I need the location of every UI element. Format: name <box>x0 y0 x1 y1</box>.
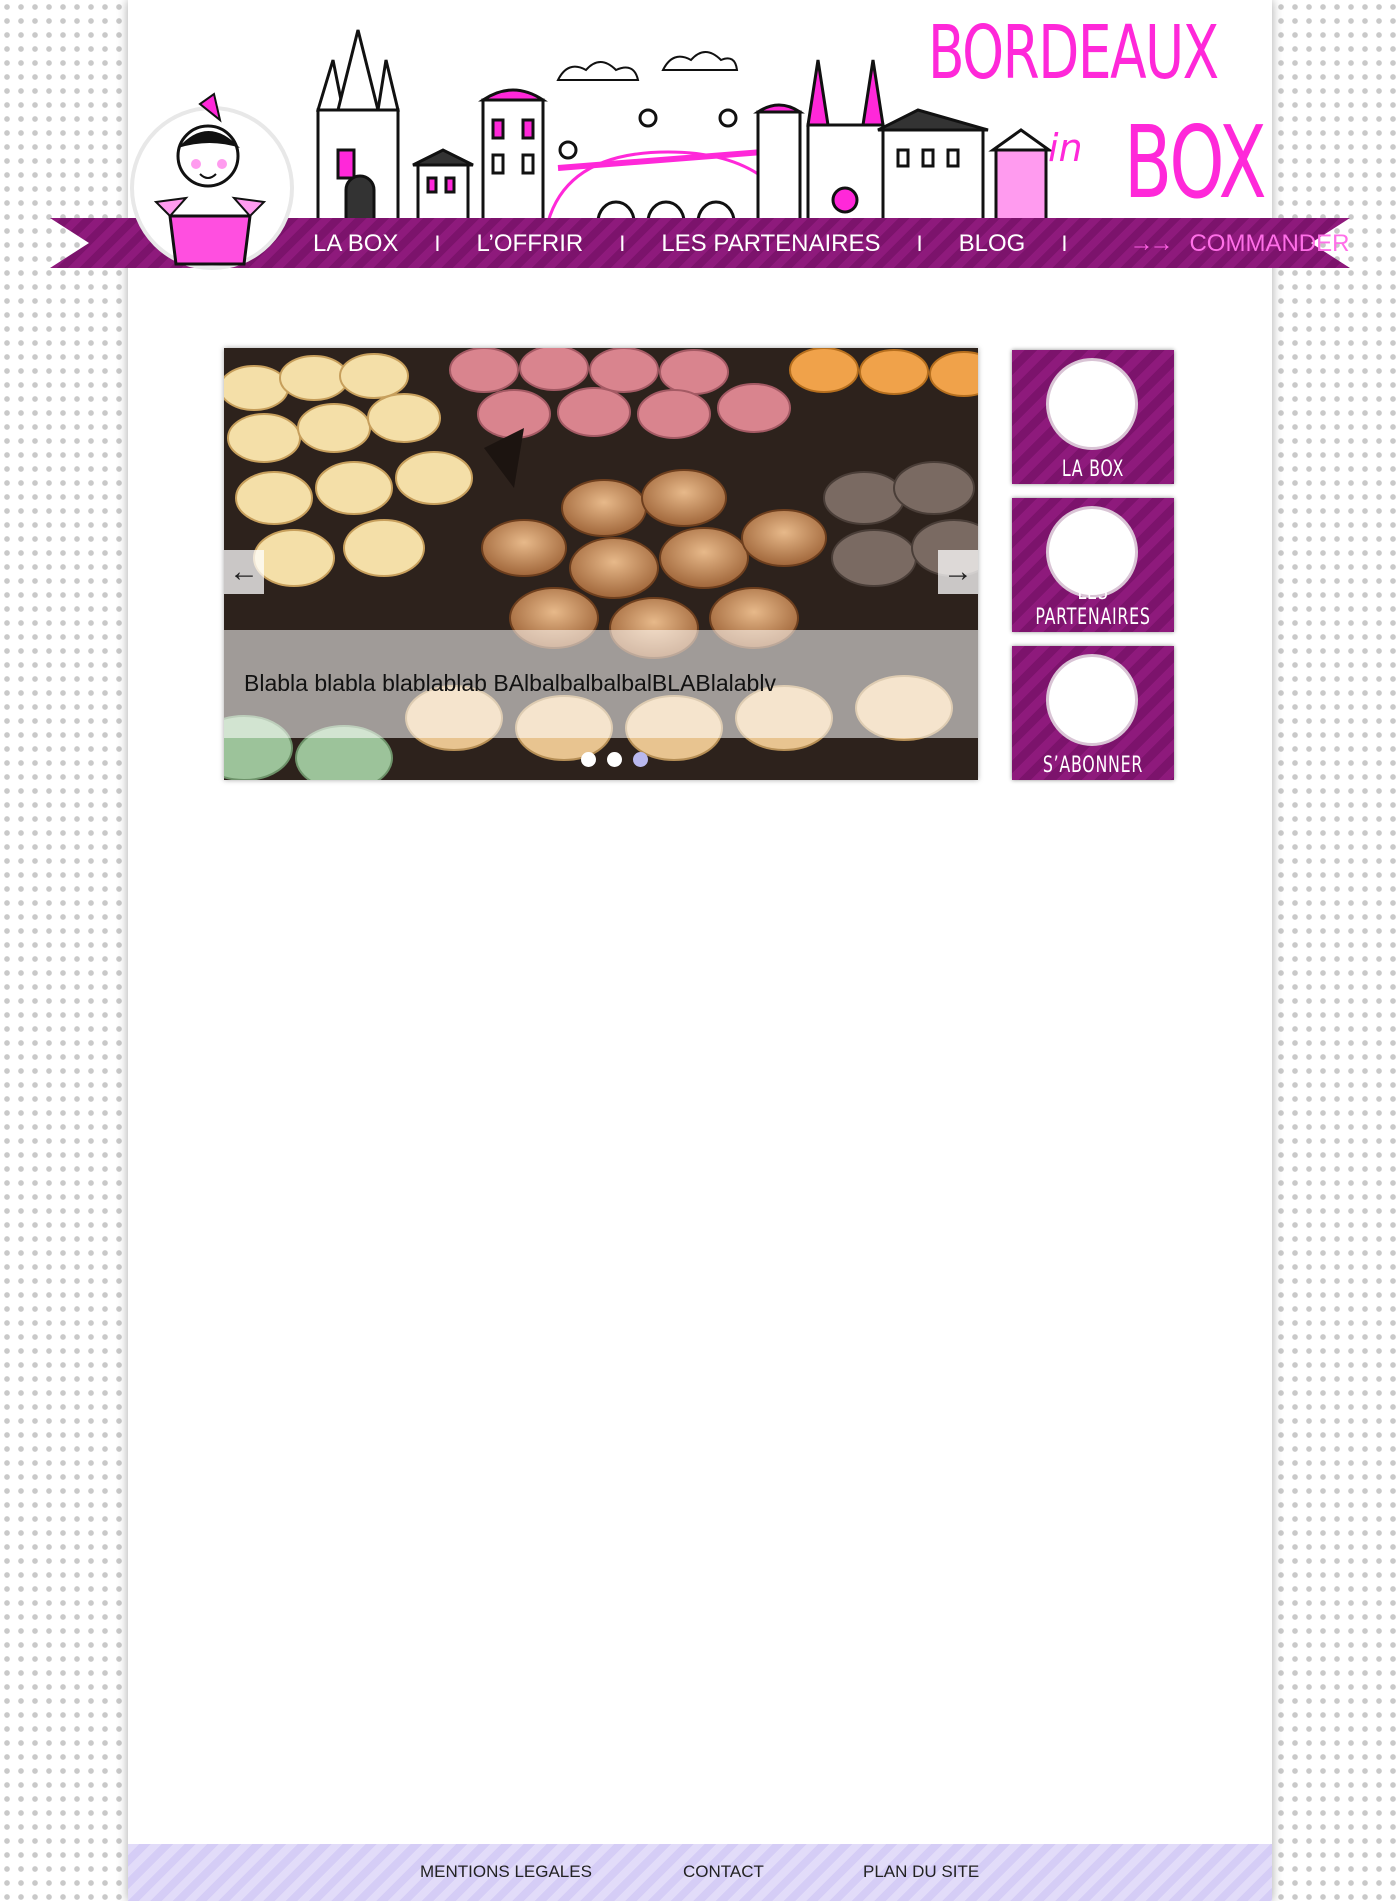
subscribe-icon <box>1046 654 1138 746</box>
slider-dot-3[interactable] <box>633 752 648 767</box>
image-slider[interactable]: Blabla blabla blablablab BAlbalbalbalbal… <box>224 348 978 780</box>
page-container: BORDEAUX in BOX LA BOX I L’OFFRIR I LES … <box>50 0 1350 1901</box>
nav-offrir[interactable]: L’OFFRIR <box>477 230 584 258</box>
nav-la-box[interactable]: LA BOX <box>313 230 398 258</box>
girl-gift-icon <box>1046 358 1138 450</box>
slider-prev-arrow-icon[interactable]: ← <box>224 550 264 594</box>
slide-caption: Blabla blabla blablablab BAlbalbalbalbal… <box>224 630 978 738</box>
brand-logo[interactable]: BORDEAUX in BOX <box>928 10 1288 221</box>
arrow-right-icon: →→ <box>1129 230 1173 257</box>
slider-dot-1[interactable] <box>581 752 596 767</box>
nav-blog[interactable]: BLOG <box>959 230 1026 258</box>
footer-link-mentions[interactable]: MENTIONS LEGALES <box>420 1862 592 1882</box>
nav-separator: I <box>619 231 626 256</box>
tile-label: LES PARTENAIRES <box>1035 580 1151 630</box>
brand-line-3: BOX <box>1124 104 1267 221</box>
slide-caption-text: Blabla blabla blablablab BAlbalbalbalbal… <box>244 670 776 696</box>
slider-pagination <box>581 752 648 767</box>
footer-link-plan-du-site[interactable]: PLAN DU SITE <box>863 1862 979 1882</box>
brand-line-1: BORDEAUX <box>928 10 1219 96</box>
tile-abonner[interactable]: S’ABONNER <box>1012 646 1174 780</box>
brand-line-2: in <box>1048 126 1083 170</box>
nav-partenaires[interactable]: LES PARTENAIRES <box>661 230 880 258</box>
tile-label: S’ABONNER <box>1042 753 1144 778</box>
mascot-girl-box-icon[interactable] <box>130 90 294 276</box>
tile-label: LA BOX <box>1061 457 1125 482</box>
tile-partenaires[interactable]: LES PARTENAIRES <box>1012 498 1174 632</box>
nav-separator: I <box>434 231 441 256</box>
nav-separator: I <box>1061 231 1068 256</box>
nav-commander-button[interactable]: COMMANDER <box>1189 230 1349 258</box>
nav-separator: I <box>916 231 923 256</box>
footer: MENTIONS LEGALES CONTACT PLAN DU SITE <box>128 1844 1272 1901</box>
tile-la-box[interactable]: LA BOX <box>1012 350 1174 484</box>
footer-link-contact[interactable]: CONTACT <box>683 1862 764 1882</box>
main-nav: LA BOX I L’OFFRIR I LES PARTENAIRES I BL… <box>313 222 1349 266</box>
slider-next-arrow-icon[interactable]: → <box>938 550 978 594</box>
slider-dot-2[interactable] <box>607 752 622 767</box>
